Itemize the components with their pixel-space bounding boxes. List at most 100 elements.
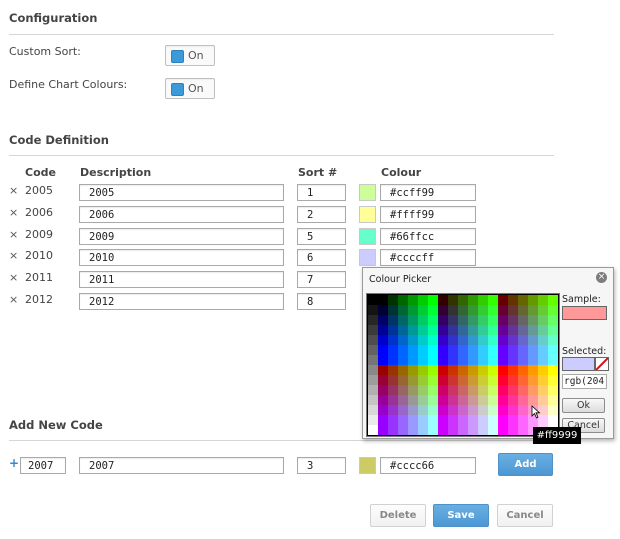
colour-cell[interactable] <box>478 345 488 355</box>
colour-cell[interactable] <box>418 335 428 345</box>
colour-cell[interactable] <box>448 365 458 375</box>
colour-cell[interactable] <box>538 305 548 315</box>
colour-cell[interactable] <box>518 405 528 415</box>
colour-cell[interactable] <box>368 325 378 335</box>
colour-cell[interactable] <box>378 365 388 375</box>
colour-cell[interactable] <box>468 315 478 325</box>
colour-cell[interactable] <box>408 415 418 425</box>
colour-cell[interactable] <box>528 385 538 395</box>
colour-cell[interactable] <box>538 325 548 335</box>
colour-cell[interactable] <box>428 305 438 315</box>
save-button[interactable]: Save <box>433 504 489 527</box>
colour-cell[interactable] <box>428 295 438 305</box>
colour-cell[interactable] <box>438 335 448 345</box>
sort-input[interactable]: 1 <box>297 184 346 201</box>
colour-cell[interactable] <box>368 365 378 375</box>
colour-cell[interactable] <box>428 425 438 435</box>
colour-cell[interactable] <box>368 305 378 315</box>
colour-cell[interactable] <box>498 365 508 375</box>
colour-cell[interactable] <box>458 415 468 425</box>
colour-cell[interactable] <box>458 405 468 415</box>
colour-cell[interactable] <box>508 305 518 315</box>
colour-cell[interactable] <box>478 335 488 345</box>
description-input[interactable]: 2006 <box>79 206 284 223</box>
colour-cell[interactable] <box>508 385 518 395</box>
description-input[interactable]: 2010 <box>79 249 284 266</box>
colour-cell[interactable] <box>368 415 378 425</box>
colour-cell[interactable] <box>518 305 528 315</box>
colour-cell[interactable] <box>408 405 418 415</box>
colour-cell[interactable] <box>508 365 518 375</box>
colour-cell[interactable] <box>388 325 398 335</box>
colour-cell[interactable] <box>508 395 518 405</box>
colour-cell[interactable] <box>388 425 398 435</box>
colour-cell[interactable] <box>388 315 398 325</box>
add-button[interactable]: Add <box>498 453 553 476</box>
colour-cell[interactable] <box>518 415 528 425</box>
colour-cell[interactable] <box>438 425 448 435</box>
custom-sort-toggle[interactable]: On <box>165 45 215 66</box>
description-input[interactable]: 2005 <box>79 184 284 201</box>
colour-cell[interactable] <box>548 395 558 405</box>
colour-cell[interactable] <box>388 365 398 375</box>
colour-cell[interactable] <box>378 405 388 415</box>
colour-cell[interactable] <box>498 405 508 415</box>
colour-cell[interactable] <box>488 415 498 425</box>
colour-cell[interactable] <box>438 415 448 425</box>
colour-cell[interactable] <box>448 345 458 355</box>
colour-cell[interactable] <box>398 335 408 345</box>
colour-cell[interactable] <box>538 315 548 325</box>
colour-cell[interactable] <box>408 335 418 345</box>
colour-cell[interactable] <box>398 295 408 305</box>
colour-cell[interactable] <box>508 295 518 305</box>
colour-cell[interactable] <box>488 335 498 345</box>
colour-cell[interactable] <box>428 345 438 355</box>
colour-cell[interactable] <box>398 315 408 325</box>
colour-cell[interactable] <box>468 325 478 335</box>
colour-cell[interactable] <box>448 305 458 315</box>
colour-cell[interactable] <box>468 395 478 405</box>
colour-swatch[interactable] <box>359 206 376 223</box>
colour-cell[interactable] <box>468 385 478 395</box>
colour-cell[interactable] <box>438 325 448 335</box>
new-code-input[interactable]: 2007 <box>20 457 66 474</box>
colour-cell[interactable] <box>448 325 458 335</box>
colour-cell[interactable] <box>388 305 398 315</box>
colour-cell[interactable] <box>508 345 518 355</box>
colour-swatch[interactable] <box>359 228 376 245</box>
colour-cell[interactable] <box>468 295 478 305</box>
colour-cell[interactable] <box>458 325 468 335</box>
colour-cell[interactable] <box>368 345 378 355</box>
colour-cell[interactable] <box>448 355 458 365</box>
colour-cell[interactable] <box>438 355 448 365</box>
colour-cell[interactable] <box>468 355 478 365</box>
colour-cell[interactable] <box>438 295 448 305</box>
new-sort-input[interactable]: 3 <box>297 457 346 474</box>
colour-cell[interactable] <box>498 335 508 345</box>
colour-cell[interactable] <box>388 405 398 415</box>
colour-cell[interactable] <box>428 315 438 325</box>
colour-cell[interactable] <box>468 415 478 425</box>
delete-row-icon[interactable]: × <box>9 271 18 284</box>
colour-cell[interactable] <box>448 375 458 385</box>
colour-cell[interactable] <box>538 355 548 365</box>
colour-cell[interactable] <box>488 375 498 385</box>
colour-cell[interactable] <box>468 375 478 385</box>
colour-cell[interactable] <box>478 425 488 435</box>
colour-cell[interactable] <box>468 405 478 415</box>
colour-cell[interactable] <box>418 345 428 355</box>
colour-cell[interactable] <box>528 305 538 315</box>
colour-cell[interactable] <box>488 385 498 395</box>
colour-cell[interactable] <box>518 325 528 335</box>
colour-cell[interactable] <box>398 375 408 385</box>
colour-cell[interactable] <box>548 315 558 325</box>
colour-cell[interactable] <box>418 365 428 375</box>
colour-cell[interactable] <box>498 415 508 425</box>
colour-cell[interactable] <box>448 385 458 395</box>
colour-cell[interactable] <box>368 405 378 415</box>
colour-cell[interactable] <box>368 385 378 395</box>
colour-cell[interactable] <box>428 395 438 405</box>
colour-input[interactable]: #ccff99 <box>380 184 476 201</box>
colour-cell[interactable] <box>428 325 438 335</box>
colour-input[interactable]: #66ffcc <box>380 228 476 245</box>
